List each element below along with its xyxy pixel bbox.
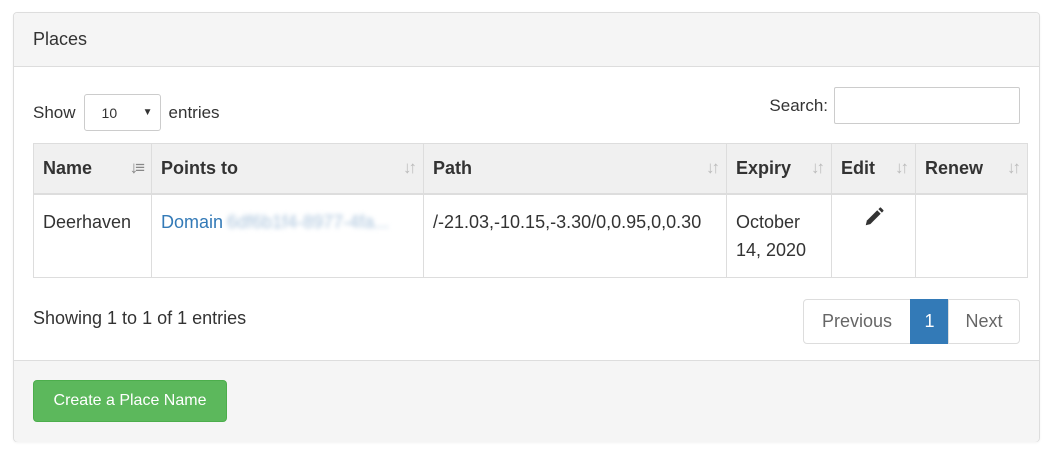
previous-page-button[interactable]: Previous xyxy=(803,299,911,344)
places-table: Name ↓≡ Points to ↓↑ Path ↓↑ Expiry ↓↑ E… xyxy=(33,143,1028,278)
sort-ascending-icon: ↓≡ xyxy=(129,158,146,178)
cell-name: Deerhaven xyxy=(33,193,152,278)
entries-length-control: Show 10 ▼ entries xyxy=(33,94,220,131)
sort-icon: ↓↑ xyxy=(811,158,825,178)
sort-icon: ↓↑ xyxy=(1007,158,1021,178)
panel-footer: Create a Place Name xyxy=(14,360,1039,442)
show-label: Show xyxy=(33,102,76,122)
column-header-edit[interactable]: Edit ↓↑ xyxy=(831,143,916,195)
cell-renew xyxy=(915,193,1028,278)
sort-icon: ↓↑ xyxy=(895,158,909,178)
panel-body: Show 10 ▼ entries Search: Name ↓≡ Points… xyxy=(14,67,1039,361)
places-panel: Places Show 10 ▼ entries Search: Name ↓≡… xyxy=(13,12,1040,442)
points-to-id: 6df6b1f4-8977-4fa... xyxy=(227,211,390,232)
caret-down-icon: ▼ xyxy=(142,107,153,118)
panel-title: Places xyxy=(33,29,88,49)
column-header-path[interactable]: Path ↓↑ xyxy=(423,143,727,195)
cell-expiry: October 14, 2020 xyxy=(726,193,832,278)
entries-label: entries xyxy=(168,102,220,122)
search-label: Search: xyxy=(769,95,828,115)
table-info: Showing 1 to 1 of 1 entries xyxy=(33,308,247,328)
sort-icon: ↓↑ xyxy=(403,158,417,178)
page-1-button[interactable]: 1 xyxy=(910,299,949,344)
search-control: Search: xyxy=(769,87,1020,124)
points-to-prefix: Domain xyxy=(161,211,224,232)
next-page-button[interactable]: Next xyxy=(948,299,1020,344)
search-input[interactable] xyxy=(834,87,1020,124)
column-header-name[interactable]: Name ↓≡ xyxy=(33,143,152,195)
pencil-icon[interactable] xyxy=(863,206,885,228)
column-header-points-to[interactable]: Points to ↓↑ xyxy=(151,143,424,195)
sort-icon: ↓↑ xyxy=(706,158,720,178)
entries-select[interactable]: 10 ▼ xyxy=(83,94,161,131)
cell-path: /-21.03,-10.15,-3.30/0,0.95,0,0.30 xyxy=(423,193,727,278)
entries-select-value: 10 xyxy=(101,104,118,121)
column-header-expiry[interactable]: Expiry ↓↑ xyxy=(726,143,832,195)
cell-points-to: Domain 6df6b1f4-8977-4fa... xyxy=(151,193,424,278)
create-place-name-button[interactable]: Create a Place Name xyxy=(33,380,227,422)
points-to-link[interactable]: Domain 6df6b1f4-8977-4fa... xyxy=(161,212,389,232)
pagination: Previous 1 Next xyxy=(803,299,1020,344)
panel-heading: Places xyxy=(14,13,1039,67)
table-row: Deerhaven Domain 6df6b1f4-8977-4fa... /-2… xyxy=(33,193,1028,278)
table-header-row: Name ↓≡ Points to ↓↑ Path ↓↑ Expiry ↓↑ E… xyxy=(33,143,1028,195)
cell-edit xyxy=(831,193,916,278)
column-header-renew[interactable]: Renew ↓↑ xyxy=(915,143,1028,195)
